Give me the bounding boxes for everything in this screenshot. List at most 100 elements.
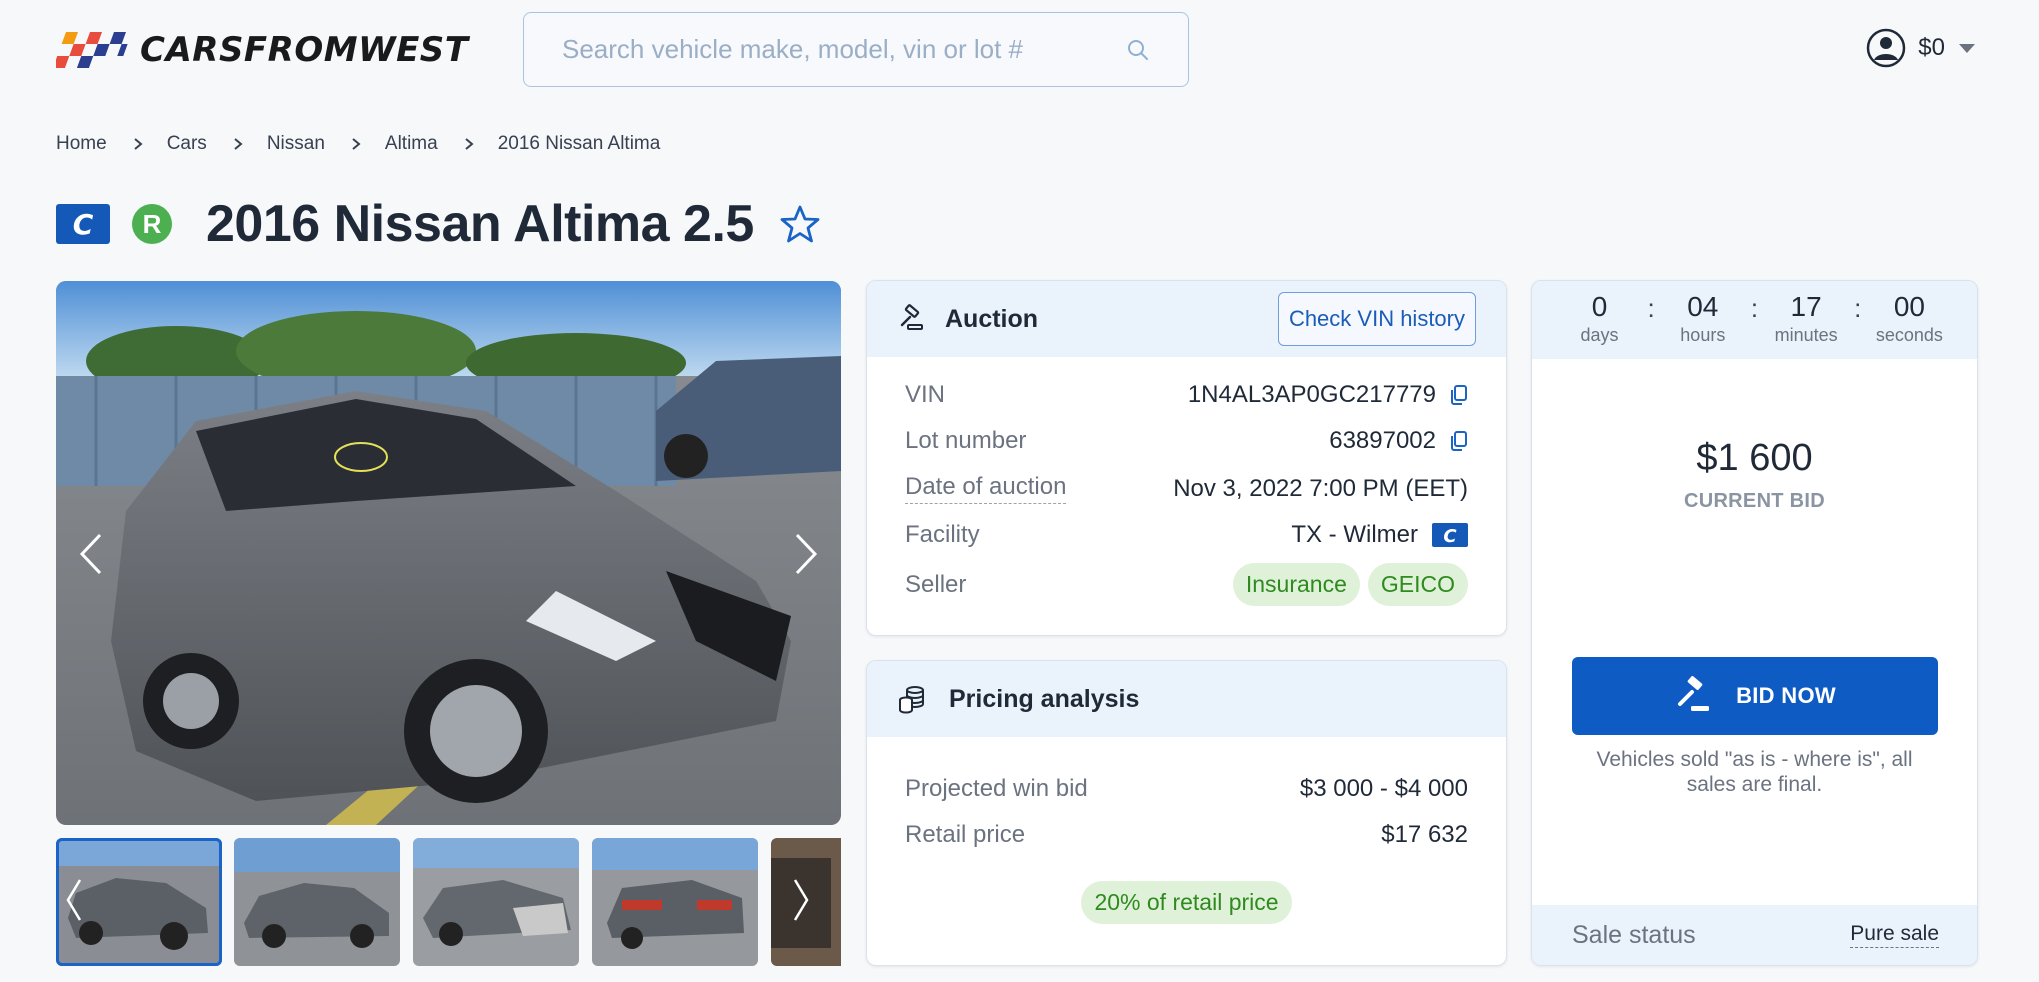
countdown-minutes: 17 minutes: [1771, 291, 1841, 346]
pricing-card-header: Pricing analysis: [867, 661, 1506, 737]
copart-logo-icon: C: [1432, 523, 1468, 547]
search-input[interactable]: Search vehicle make, model, vin or lot #: [562, 34, 1126, 65]
gavel-icon: [900, 304, 923, 330]
facility-row: Facility TX - Wilmer C: [905, 521, 1468, 549]
thumbnail-image: [413, 838, 579, 966]
retail-percentage-badge: 20% of retail price: [1081, 881, 1292, 924]
seller-tag: Insurance: [1232, 563, 1360, 606]
countdown-label: seconds: [1875, 325, 1943, 345]
retail-percentage-wrap: 20% of retail price: [867, 881, 1506, 924]
thumbnail[interactable]: [234, 838, 400, 966]
account-menu[interactable]: $0: [1866, 28, 1975, 68]
photo-next-arrow[interactable]: [791, 531, 821, 577]
breadcrumb-current[interactable]: 2016 Nissan Altima: [498, 133, 661, 155]
seller-tag: GEICO: [1367, 563, 1468, 606]
countdown-separator: :: [1750, 293, 1759, 323]
thumbnail[interactable]: [592, 838, 758, 966]
lot-number-value: 63897002: [1329, 427, 1436, 454]
countdown-separator: :: [1854, 293, 1862, 323]
page-title: 2016 Nissan Altima 2.5: [206, 195, 754, 253]
retail-price-label: Retail price: [905, 821, 1026, 848]
chevron-right-icon: [134, 138, 143, 150]
copart-logo-icon: C: [73, 209, 94, 239]
vin-row: VIN 1N4AL3AP0GC217779: [905, 381, 1468, 409]
projected-win-bid-value: $3 000 - $4 000: [1299, 775, 1468, 802]
sale-status-row: Sale status Pure sale: [1532, 905, 1977, 965]
countdown-value: 0: [1591, 291, 1608, 322]
seller-tags: Insurance GEICO: [1232, 563, 1468, 606]
countdown-hours: 04 hours: [1668, 291, 1738, 346]
check-vin-history-button[interactable]: Check VIN history: [1277, 292, 1476, 346]
sale-status-value[interactable]: Pure sale: [1850, 922, 1939, 948]
photo-thumbnails: [56, 838, 841, 966]
thumbnail-image: [56, 838, 222, 966]
lot-number-label: Lot number: [905, 427, 1027, 454]
thumbnail-image: [771, 838, 841, 966]
breadcrumb-home[interactable]: Home: [56, 133, 107, 155]
auction-countdown: 0 days : 04 hours : 17 minutes : 00 seco…: [1532, 281, 1977, 359]
title-row: C R 2016 Nissan Altima 2.5: [56, 194, 820, 254]
thumbnail[interactable]: [413, 838, 579, 966]
projected-win-bid-label: Projected win bid: [905, 775, 1088, 802]
auction-card: Auction Check VIN history VIN 1N4AL3AP0G…: [866, 280, 1507, 636]
star-icon[interactable]: [780, 204, 820, 244]
retail-price-row: Retail price $17 632: [905, 821, 1468, 849]
projected-win-bid-row: Projected win bid $3 000 - $4 000: [905, 775, 1468, 803]
user-avatar-icon: [1867, 28, 1906, 68]
auction-date-row: Date of auction Nov 3, 2022 7:00 PM (EET…: [905, 473, 1468, 504]
search-icon[interactable]: [1126, 38, 1150, 62]
vin-value: 1N4AL3AP0GC217779: [1187, 381, 1436, 408]
countdown-label: hours: [1680, 325, 1726, 345]
facility-label: Facility: [905, 521, 980, 548]
auction-date-label[interactable]: Date of auction: [905, 473, 1067, 504]
seller-row: Seller Insurance GEICO: [905, 563, 1468, 606]
breadcrumb-model[interactable]: Altima: [385, 133, 438, 155]
auction-date-value: Nov 3, 2022 7:00 PM (EET): [1173, 474, 1468, 502]
auction-heading: Auction: [945, 304, 1039, 333]
countdown-seconds: 00 seconds: [1874, 291, 1944, 346]
account-balance: $0: [1918, 34, 1945, 61]
facility-value: TX - Wilmer: [1291, 521, 1418, 548]
countdown-value: 04: [1687, 291, 1719, 322]
chevron-right-icon: [234, 138, 243, 150]
svg-text:C: C: [1443, 526, 1457, 545]
copy-icon[interactable]: [1450, 431, 1468, 451]
pricing-heading: Pricing analysis: [949, 684, 1140, 713]
sale-status-label: Sale status: [1572, 920, 1696, 949]
pricing-analysis-card: Pricing analysis Projected win bid $3 00…: [866, 660, 1507, 966]
current-bid-label: CURRENT BID: [1683, 490, 1826, 512]
breadcrumb-cars[interactable]: Cars: [167, 133, 207, 155]
lot-number-row: Lot number 63897002: [905, 427, 1468, 455]
vin-value-group: 1N4AL3AP0GC217779: [1188, 381, 1468, 409]
thumbnail[interactable]: [56, 838, 222, 966]
countdown-label: days: [1580, 325, 1619, 345]
bid-now-button[interactable]: BID NOW: [1572, 657, 1938, 735]
coins-icon: [899, 686, 924, 714]
logo-text: CARSFROMWEST: [140, 30, 469, 70]
countdown-value: 17: [1790, 291, 1822, 322]
main-vehicle-photo[interactable]: [56, 281, 841, 825]
bid-now-label: BID NOW: [1736, 683, 1836, 708]
chevron-right-icon: [465, 138, 474, 150]
vin-label: VIN: [905, 381, 946, 408]
search-bar[interactable]: Search vehicle make, model, vin or lot #: [523, 12, 1189, 87]
copart-badge: C: [56, 204, 110, 244]
site-logo[interactable]: CARSFROMWEST: [56, 30, 469, 70]
retail-price-value: $17 632: [1381, 821, 1468, 848]
seller-label: Seller: [905, 570, 967, 598]
breadcrumb-make[interactable]: Nissan: [267, 133, 325, 155]
gavel-icon: [1678, 676, 1710, 711]
photo-prev-arrow[interactable]: [76, 531, 106, 577]
facility-value-group: TX - Wilmer C: [1291, 521, 1468, 549]
chevron-down-icon: [1959, 43, 1975, 53]
lot-number-value-group: 63897002: [1329, 427, 1468, 455]
thumbnail[interactable]: [771, 838, 841, 966]
countdown-days: 0 days: [1565, 291, 1635, 346]
svg-text:C: C: [73, 209, 94, 239]
bid-panel: 0 days : 04 hours : 17 minutes : 00 seco…: [1531, 280, 1978, 966]
countdown-separator: :: [1647, 293, 1655, 323]
checkered-flag-icon: [56, 32, 128, 68]
countdown-value: 00: [1893, 291, 1925, 322]
copy-icon[interactable]: [1450, 385, 1468, 405]
current-bid-amount: $1 600: [1696, 437, 1813, 479]
